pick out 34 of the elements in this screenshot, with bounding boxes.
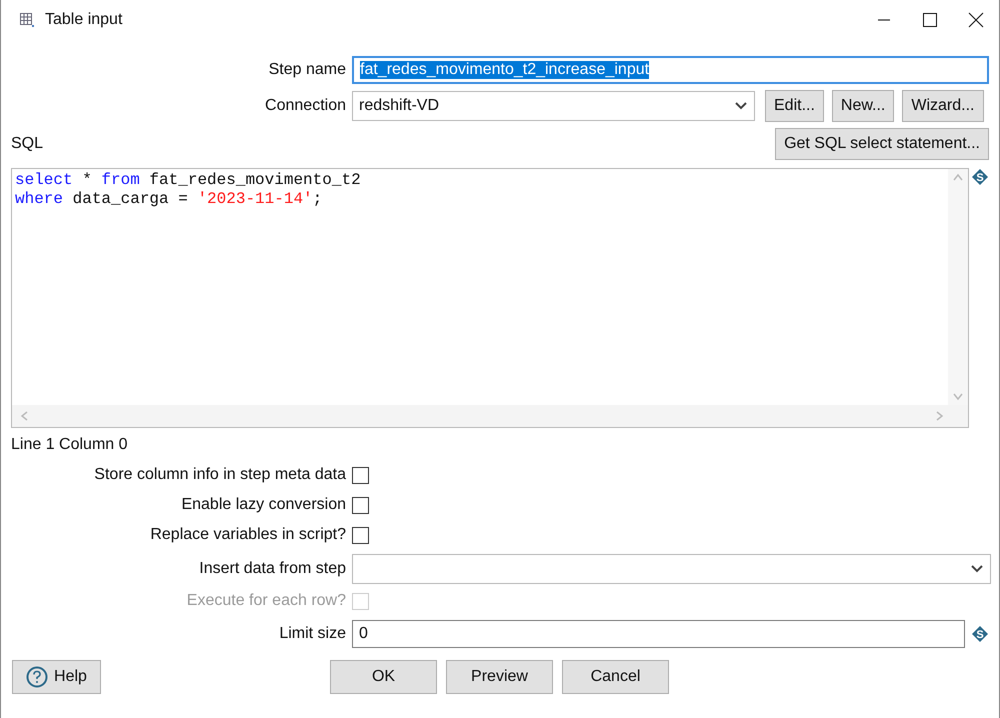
insert-data-label: Insert data from step [198, 560, 346, 578]
limit-size-label: Limit size [278, 625, 346, 643]
variable-icon[interactable]: S [971, 168, 989, 186]
connection-button[interactable]: New... [832, 90, 894, 122]
limit-size-field[interactable]: 0 [352, 620, 965, 648]
step-name-label: Step name [268, 61, 346, 79]
sql-label: SQL [11, 135, 44, 153]
dialog-button[interactable]: Cancel [562, 660, 669, 694]
maximize-icon[interactable] [922, 12, 938, 28]
connection-button[interactable]: Wizard... [902, 90, 984, 122]
option-label: Replace variables in script? [149, 526, 346, 544]
help-button[interactable]: Help [12, 660, 101, 694]
table-icon [19, 12, 35, 28]
dialog-button[interactable]: OK [330, 660, 437, 694]
option-label: Enable lazy conversion [180, 496, 346, 514]
window-title: Table input [45, 11, 124, 29]
execute-label: Execute for each row? [186, 592, 346, 610]
connection-dropdown[interactable]: redshift-VD [352, 91, 755, 121]
connection-label: Connection [264, 97, 346, 115]
connection-button[interactable]: Edit... [765, 90, 824, 122]
sql-editor[interactable]: select * from fat_redes_movimento_t2 where data_carga = '2023-11-14'; [11, 168, 969, 428]
help-icon [26, 666, 48, 688]
cursor-position-status: Line 1 Column 0 [11, 436, 129, 454]
checkbox[interactable] [352, 526, 369, 544]
checkbox[interactable] [352, 496, 369, 514]
option-label: Store column info in step meta data [93, 466, 346, 484]
dialog-button[interactable]: Preview [446, 660, 553, 694]
code-line: select * from fat_redes_movimento_t2 [15, 171, 362, 190]
close-icon[interactable] [968, 12, 984, 28]
step-name-field[interactable]: fat_redes_movimento_t2_increase_input [352, 56, 989, 84]
variable-icon[interactable]: S [971, 625, 989, 643]
code-line: where data_carga = '2023-11-14'; [15, 190, 324, 209]
checkbox[interactable] [352, 466, 369, 484]
get-sql-button[interactable]: Get SQL select statement... [775, 128, 989, 160]
